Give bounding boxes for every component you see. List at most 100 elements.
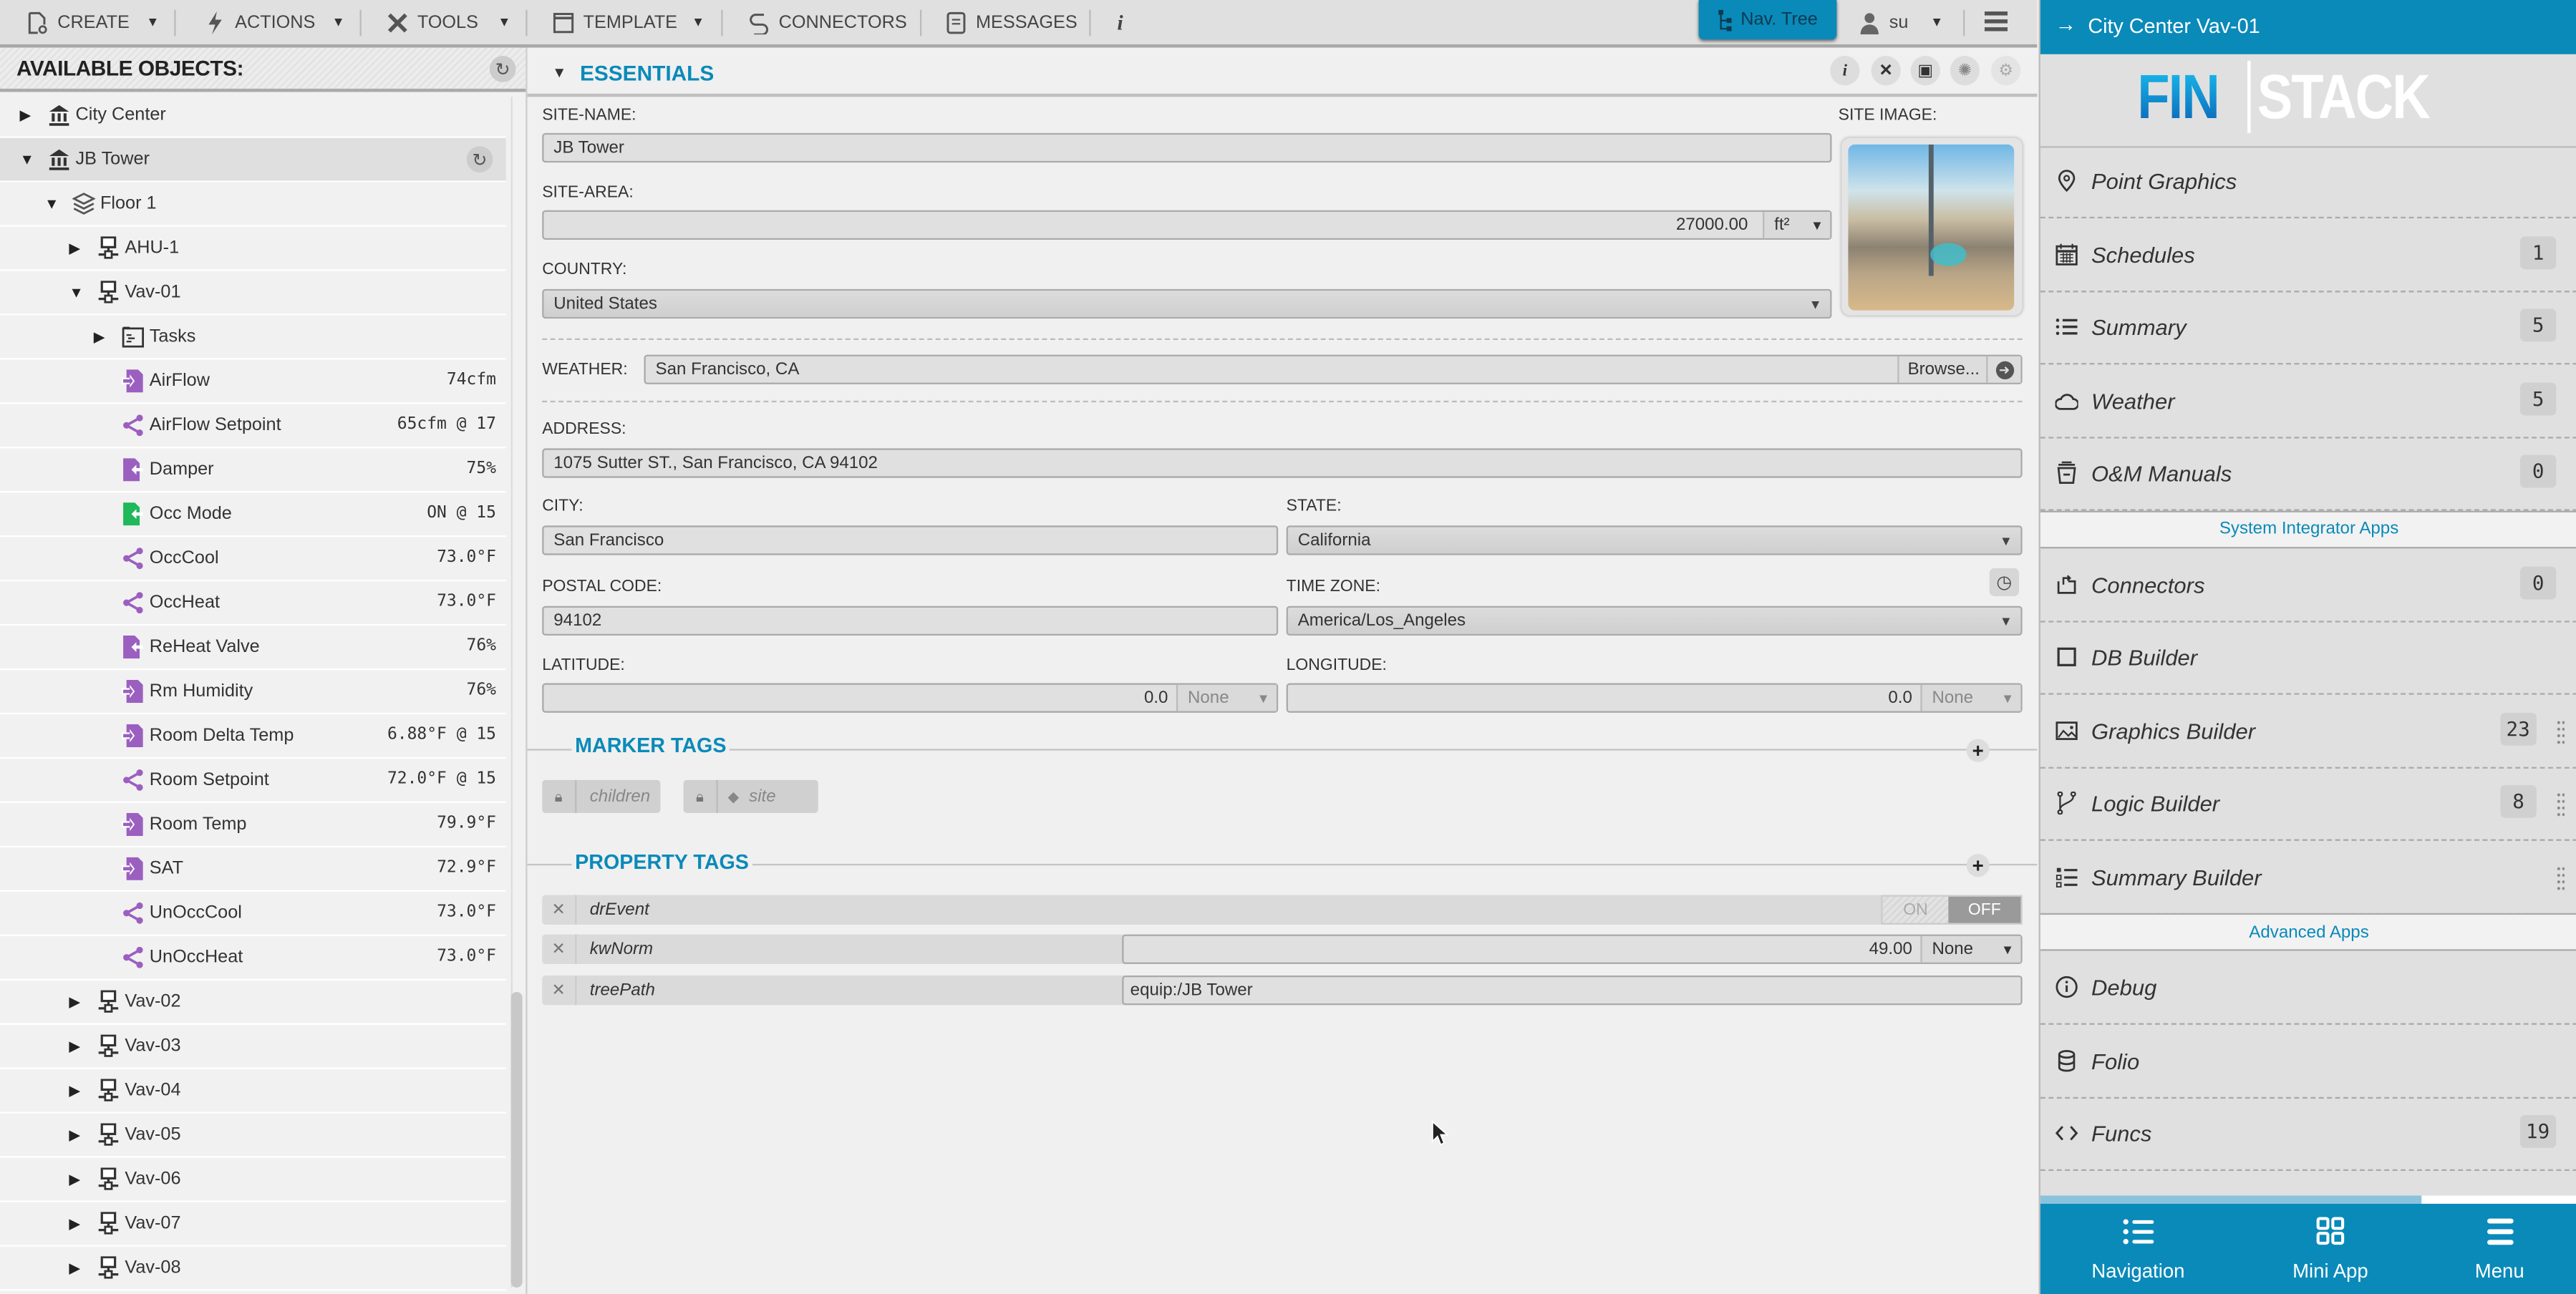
hamburger-menu-button[interactable] — [1984, 11, 2008, 31]
app-debug[interactable]: Debug — [2040, 953, 2576, 1025]
create-dropdown-caret[interactable]: ▼ — [146, 15, 159, 30]
collapse-arrow-icon[interactable]: ▼ — [20, 151, 34, 167]
nav-tab-menu[interactable]: Menu — [2410, 1204, 2576, 1294]
template-dropdown-caret[interactable]: ▼ — [692, 15, 704, 30]
longitude-unit-select[interactable]: None ▼ — [1920, 684, 2021, 711]
browse-button[interactable]: Browse... — [1897, 356, 1988, 383]
app-db-builder[interactable]: DB Builder — [2040, 623, 2576, 695]
tree-item[interactable]: Occ Mode ON @ 15 — [0, 492, 506, 537]
tree-item[interactable]: OccCool 73.0°F — [0, 537, 506, 582]
tree-item[interactable]: ▶ AHU-1 — [0, 227, 506, 271]
kwNorm-unit-select[interactable]: None ▼ — [1920, 935, 2021, 963]
app-graphics-builder[interactable]: Graphics Builder 23 — [2040, 696, 2576, 768]
tree-item[interactable]: ▶ Vav-08 — [0, 1247, 506, 1291]
template-menu[interactable]: TEMPLATE — [552, 0, 677, 44]
messages-button[interactable]: MESSAGES — [944, 0, 1078, 44]
detect-timezone-button[interactable]: ◷ — [1989, 568, 2020, 596]
kwNorm-input[interactable]: 49.00 None ▼ — [1122, 934, 2023, 964]
tree-item[interactable]: SAT 72.9°F — [0, 847, 506, 892]
expand-arrow-icon[interactable]: ▶ — [20, 107, 32, 125]
treePath-input[interactable]: equip:/JB Tower — [1122, 975, 2023, 1006]
site-image[interactable] — [1841, 137, 2023, 316]
tree-scrollbar-thumb[interactable] — [510, 991, 523, 1288]
site-name-input[interactable]: JB Tower — [542, 132, 1832, 163]
tree-item[interactable]: ▶ Vav-05 — [0, 1114, 506, 1158]
refresh-icon[interactable]: ↻ — [466, 146, 493, 172]
nav-tab-mini-app[interactable]: Mini App — [2241, 1204, 2420, 1294]
weather-go-button[interactable]: ➜ — [1986, 356, 2021, 383]
state-select[interactable]: California ▼ — [1286, 525, 2023, 555]
app-weather[interactable]: Weather 5 — [2040, 366, 2576, 438]
expand-arrow-icon[interactable]: ▶ — [69, 240, 80, 258]
drag-handle-icon[interactable] — [2556, 718, 2565, 745]
tree-item[interactable]: Room Setpoint 72.0°F @ 15 — [0, 759, 506, 804]
tree-item[interactable]: Room Temp 79.9°F — [0, 803, 506, 848]
tree-item[interactable]: ▶ City Center — [0, 94, 506, 138]
tree-item[interactable]: UnOccHeat 73.0°F — [0, 936, 506, 981]
app-funcs[interactable]: Funcs 19 — [2040, 1099, 2576, 1172]
marker-tag-children[interactable]: 🔒︎ children — [542, 779, 661, 813]
tree-item[interactable]: ▶ Tasks — [0, 316, 506, 360]
collapse-arrow-icon[interactable]: ▼ — [69, 284, 83, 301]
remove-tag-button[interactable]: ✕ — [542, 934, 577, 964]
tree-item[interactable]: Room Delta Temp 6.88°F @ 15 — [0, 714, 506, 759]
tree-item[interactable]: ▶ Vav-07 — [0, 1202, 506, 1247]
app-o-m-manuals[interactable]: O&M Manuals 0 — [2040, 439, 2576, 511]
nav-tab-navigation[interactable]: Navigation — [2048, 1204, 2227, 1294]
info-button[interactable]: i — [1830, 56, 1860, 86]
tools-menu[interactable]: TOOLS — [386, 0, 478, 44]
app-row-partial[interactable] — [2040, 1172, 2576, 1195]
postal-code-input[interactable]: 94102 — [542, 605, 1279, 636]
app-schedules[interactable]: Schedules 1 — [2040, 219, 2576, 292]
tree-item[interactable]: ReHeat Valve 76% — [0, 626, 506, 671]
add-property-tag-button[interactable]: + — [1966, 854, 1990, 877]
gear-button[interactable]: ⚙ — [1991, 56, 2021, 86]
latitude-input[interactable]: 0.0 None ▼ — [542, 683, 1279, 713]
weather-input[interactable]: San Francisco, CA Browse... ➜ — [644, 354, 2023, 384]
arrow-right-icon[interactable]: → — [2056, 11, 2077, 36]
app-folio[interactable]: Folio — [2040, 1026, 2576, 1098]
longitude-input[interactable]: 0.0 None ▼ — [1286, 683, 2023, 713]
tree-item[interactable]: ▶ Vav-04 — [0, 1069, 506, 1114]
actions-dropdown-caret[interactable]: ▼ — [332, 15, 345, 30]
expand-arrow-icon[interactable]: ▶ — [69, 1082, 80, 1100]
tree-item[interactable]: Rm Humidity 76% — [0, 670, 506, 715]
essentials-header[interactable]: ▼ ESSENTIALS i ✕ ▣ ✺ ⚙ — [527, 48, 2038, 97]
expand-arrow-icon[interactable]: ▶ — [69, 1171, 80, 1189]
app-point-graphics[interactable]: Point Graphics — [2040, 146, 2576, 219]
country-select[interactable]: United States ▼ — [542, 288, 1832, 319]
drEvent-toggle[interactable]: ON OFF — [1881, 895, 2023, 925]
tools-dropdown-caret[interactable]: ▼ — [498, 15, 510, 30]
toggle-on-option[interactable]: ON — [1882, 896, 1949, 923]
user-dropdown-caret[interactable]: ▼ — [1930, 15, 1943, 30]
tree-item[interactable]: ▼ JB Tower ↻ — [0, 137, 506, 183]
gear-settings-button[interactable]: ✺ — [1950, 56, 1980, 86]
tree-item[interactable]: AirFlow 74cfm — [0, 360, 506, 404]
latitude-unit-select[interactable]: None ▼ — [1176, 684, 1277, 711]
remove-tag-button[interactable]: ✕ — [542, 975, 577, 1006]
drag-handle-icon[interactable] — [2556, 791, 2565, 818]
address-input[interactable]: 1075 Sutter ST., San Francisco, CA 94102 — [542, 448, 2023, 478]
tree-item[interactable]: ▼ Floor 1 — [0, 183, 506, 227]
expand-arrow-icon[interactable]: ▶ — [69, 1215, 80, 1233]
app-summary-builder[interactable]: Summary Builder — [2040, 842, 2576, 914]
expand-arrow-icon[interactable]: ▶ — [69, 1260, 80, 1278]
expand-arrow-icon[interactable]: ▶ — [69, 1038, 80, 1056]
tree-item[interactable]: OccHeat 73.0°F — [0, 581, 506, 626]
remove-tag-button[interactable]: ✕ — [542, 895, 577, 925]
tree-item[interactable]: ▶ Vav-02 — [0, 981, 506, 1025]
add-marker-tag-button[interactable]: + — [1966, 739, 1990, 762]
nav-tree-button[interactable]: Nav. Tree — [1698, 0, 1837, 40]
app-connectors[interactable]: Connectors 0 — [2040, 550, 2576, 622]
tools-button[interactable]: ✕ — [1871, 56, 1901, 86]
create-menu[interactable]: CREATE — [26, 0, 130, 44]
time-zone-select[interactable]: America/Los_Angeles ▼ — [1286, 605, 2023, 636]
app-summary[interactable]: Summary 5 — [2040, 292, 2576, 365]
city-input[interactable]: San Francisco — [542, 525, 1279, 555]
info-button[interactable]: i — [1117, 0, 1123, 44]
actions-menu[interactable]: ACTIONS — [204, 0, 315, 44]
toggle-off-option[interactable]: OFF — [1948, 896, 2021, 923]
expand-arrow-icon[interactable]: ▶ — [69, 1127, 80, 1144]
tree-item[interactable]: Damper 75% — [0, 448, 506, 493]
expand-arrow-icon[interactable]: ▶ — [69, 993, 80, 1011]
